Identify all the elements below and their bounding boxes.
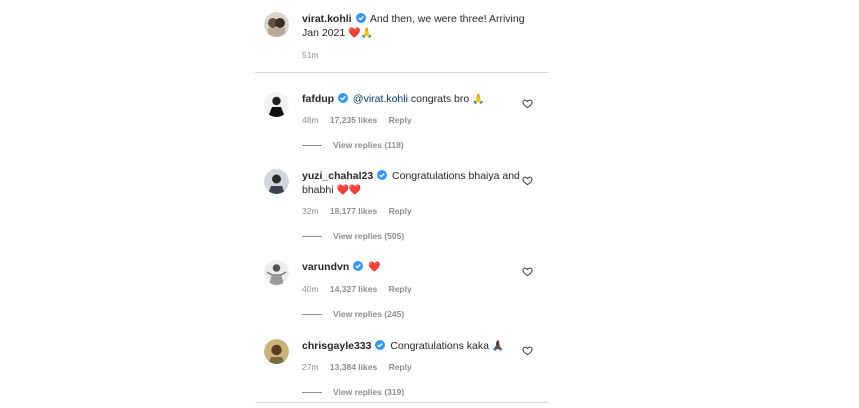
avatar[interactable] <box>264 339 289 364</box>
view-replies-button[interactable]: View replies (118) <box>302 140 404 150</box>
view-replies-button[interactable]: View replies (319) <box>302 387 404 397</box>
post-meta: 51m <box>302 50 328 60</box>
verified-badge-icon <box>353 261 364 271</box>
replies-line <box>302 145 322 147</box>
replies-line <box>302 314 322 316</box>
view-replies-button[interactable]: View replies (505) <box>302 231 404 241</box>
top-divider <box>255 72 549 73</box>
comment-meta: 40m 14,327 likes Reply <box>302 284 421 294</box>
verified-badge-icon <box>377 170 388 180</box>
avatar[interactable] <box>264 260 289 285</box>
comment-text: varundvn ❤️ <box>302 260 532 275</box>
verified-badge-icon <box>338 93 348 103</box>
heart-like-icon[interactable] <box>522 266 533 277</box>
reply-button[interactable]: Reply <box>389 284 412 294</box>
reply-button[interactable]: Reply <box>389 115 412 125</box>
replies-line <box>302 236 322 238</box>
comment-username[interactable]: varundvn <box>302 261 349 273</box>
comment-likes[interactable]: 13,384 likes <box>330 362 377 372</box>
post-time[interactable]: 51m <box>302 50 319 60</box>
comment-emojis: 🙏 <box>472 94 485 105</box>
comment-text: fafdup @virat.kohli congrats bro 🙏 <box>302 92 532 107</box>
comment-mention[interactable]: @virat.kohli <box>353 93 408 105</box>
caption-text: virat.kohli And then, we were three! Arr… <box>302 12 532 41</box>
comment-likes[interactable]: 18,177 likes <box>330 206 377 216</box>
avatar[interactable] <box>264 12 289 37</box>
comment-time[interactable]: 40m <box>302 284 319 294</box>
comment-username[interactable]: chrisgayle333 <box>302 340 371 352</box>
comment-time[interactable]: 32m <box>302 206 319 216</box>
verified-badge-icon <box>375 340 386 350</box>
comment-text: yuzi_chahal23 Congratulations bhaiya and… <box>302 169 532 198</box>
bottom-divider <box>255 402 549 403</box>
comment-time[interactable]: 48m <box>302 115 319 125</box>
comment-username[interactable]: yuzi_chahal23 <box>302 170 373 182</box>
avatar[interactable] <box>264 92 289 117</box>
caption-emojis: ❤️🙏 <box>348 28 374 39</box>
replies-line <box>302 392 322 394</box>
comment-meta: 32m 18,177 likes Reply <box>302 206 421 216</box>
comment-body: congrats bro <box>410 93 470 105</box>
avatar[interactable] <box>264 169 289 194</box>
comment-emojis: 🙏🏿 <box>491 341 505 352</box>
view-replies-button[interactable]: View replies (245) <box>302 309 404 319</box>
heart-like-icon[interactable] <box>522 175 533 186</box>
comment-text: chrisgayle333 Congratulations kaka 🙏🏿 <box>302 339 532 354</box>
view-replies-label: View replies (118) <box>333 140 404 150</box>
view-replies-label: View replies (245) <box>333 309 405 319</box>
comment-meta: 48m 17,235 likes Reply <box>302 115 421 125</box>
heart-like-icon[interactable] <box>522 345 533 356</box>
heart-like-icon[interactable] <box>522 98 533 109</box>
comment-time[interactable]: 27m <box>302 362 319 372</box>
comment-emojis: ❤️ <box>368 262 381 273</box>
comment-emojis: ❤️❤️ <box>336 185 362 196</box>
verified-badge-icon <box>355 13 366 23</box>
reply-button[interactable]: Reply <box>389 206 412 216</box>
comment-likes[interactable]: 14,327 likes <box>330 284 377 294</box>
comment-body: Congratulations kaka <box>390 340 489 352</box>
comment-meta: 27m 13,384 likes Reply <box>302 362 421 372</box>
comment-username[interactable]: fafdup <box>302 93 334 105</box>
view-replies-label: View replies (319) <box>333 387 405 397</box>
post-username[interactable]: virat.kohli <box>302 13 352 25</box>
view-replies-label: View replies (505) <box>333 231 405 241</box>
reply-button[interactable]: Reply <box>389 362 412 372</box>
comment-likes[interactable]: 17,235 likes <box>330 115 377 125</box>
